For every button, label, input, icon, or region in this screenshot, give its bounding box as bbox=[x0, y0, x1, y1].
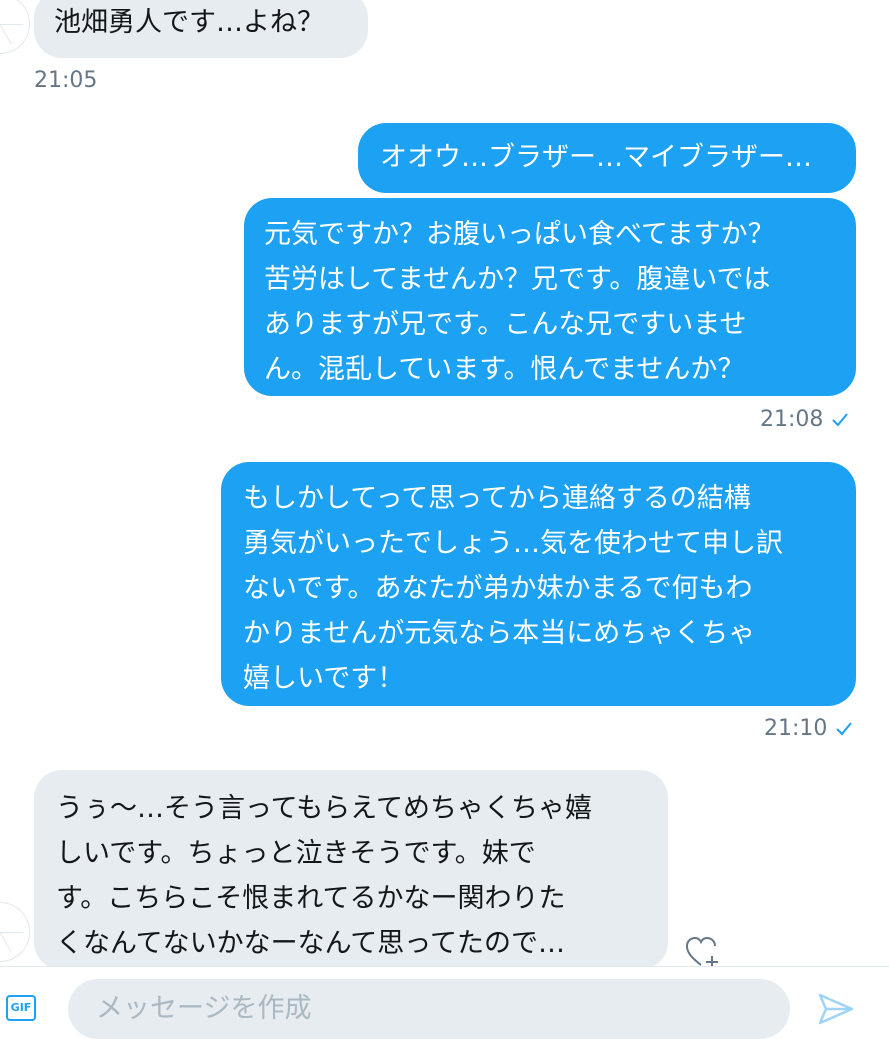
heart-plus-icon[interactable] bbox=[684, 934, 724, 970]
message-timestamp: 21:10 bbox=[764, 716, 828, 741]
check-icon bbox=[836, 722, 853, 736]
gif-button[interactable]: GIF bbox=[6, 995, 36, 1021]
message-text: ん。混乱しています。恨んでませんか？ bbox=[264, 354, 745, 385]
message-bubble-outgoing[interactable]: オオウ…ブラザー…マイブラザー… bbox=[358, 123, 856, 193]
send-icon[interactable] bbox=[816, 991, 856, 1027]
message-timestamp: 21:05 bbox=[34, 68, 98, 93]
message-text: くなんてないかなーなんて思ってたので… bbox=[56, 928, 565, 959]
avatar[interactable] bbox=[0, 902, 30, 962]
message-text: かりませんが元気なら本当にめちゃくちゃ bbox=[243, 618, 756, 649]
avatar[interactable] bbox=[0, 0, 30, 54]
message-composer: GIF メッセージを作成 bbox=[0, 966, 889, 1039]
check-icon bbox=[832, 413, 849, 427]
message-text: 池畑勇人です…よね？ bbox=[54, 7, 324, 38]
message-text: す。こちらこそ恨まれてるかなー関わりた bbox=[56, 883, 566, 914]
message-text: 苦労はしてませんか？兄です。腹違いでは bbox=[264, 264, 771, 295]
message-text: うぅ〜…そう言ってもらえてめちゃくちゃ嬉 bbox=[56, 793, 592, 824]
message-text: もしかしてって思ってから連絡するの結構 bbox=[243, 483, 751, 514]
message-text: オオウ…ブラザー…マイブラザー… bbox=[380, 142, 812, 173]
message-text: しいです。ちょっと泣きそうです。妹で bbox=[56, 838, 536, 869]
message-text: 元気ですか？お腹いっぱい食べてますか？ bbox=[264, 219, 775, 250]
message-bubble-incoming[interactable]: 池畑勇人です…よね？ bbox=[34, 0, 368, 58]
message-input[interactable]: メッセージを作成 bbox=[68, 979, 790, 1039]
message-timestamp-row: 21:08 bbox=[760, 407, 849, 432]
message-timestamp-row: 21:10 bbox=[764, 716, 853, 741]
message-text: 嬉しいです！ bbox=[243, 663, 405, 694]
message-text: 勇気がいったでしょう…気を使わせて申し訳 bbox=[243, 528, 783, 559]
message-bubble-outgoing[interactable]: 元気ですか？お腹いっぱい食べてますか？ 苦労はしてませんか？兄です。腹違いでは … bbox=[244, 198, 856, 396]
message-bubble-incoming[interactable]: うぅ〜…そう言ってもらえてめちゃくちゃ嬉 しいです。ちょっと泣きそうです。妹で … bbox=[34, 770, 668, 970]
message-text: ないです。あなたが弟か妹かまるで何もわ bbox=[243, 573, 753, 604]
message-bubble-outgoing[interactable]: もしかしてって思ってから連絡するの結構 勇気がいったでしょう…気を使わせて申し訳… bbox=[221, 462, 856, 706]
message-text: ありますが兄です。こんな兄ですいませ bbox=[264, 309, 747, 340]
message-timestamp: 21:08 bbox=[760, 407, 824, 432]
